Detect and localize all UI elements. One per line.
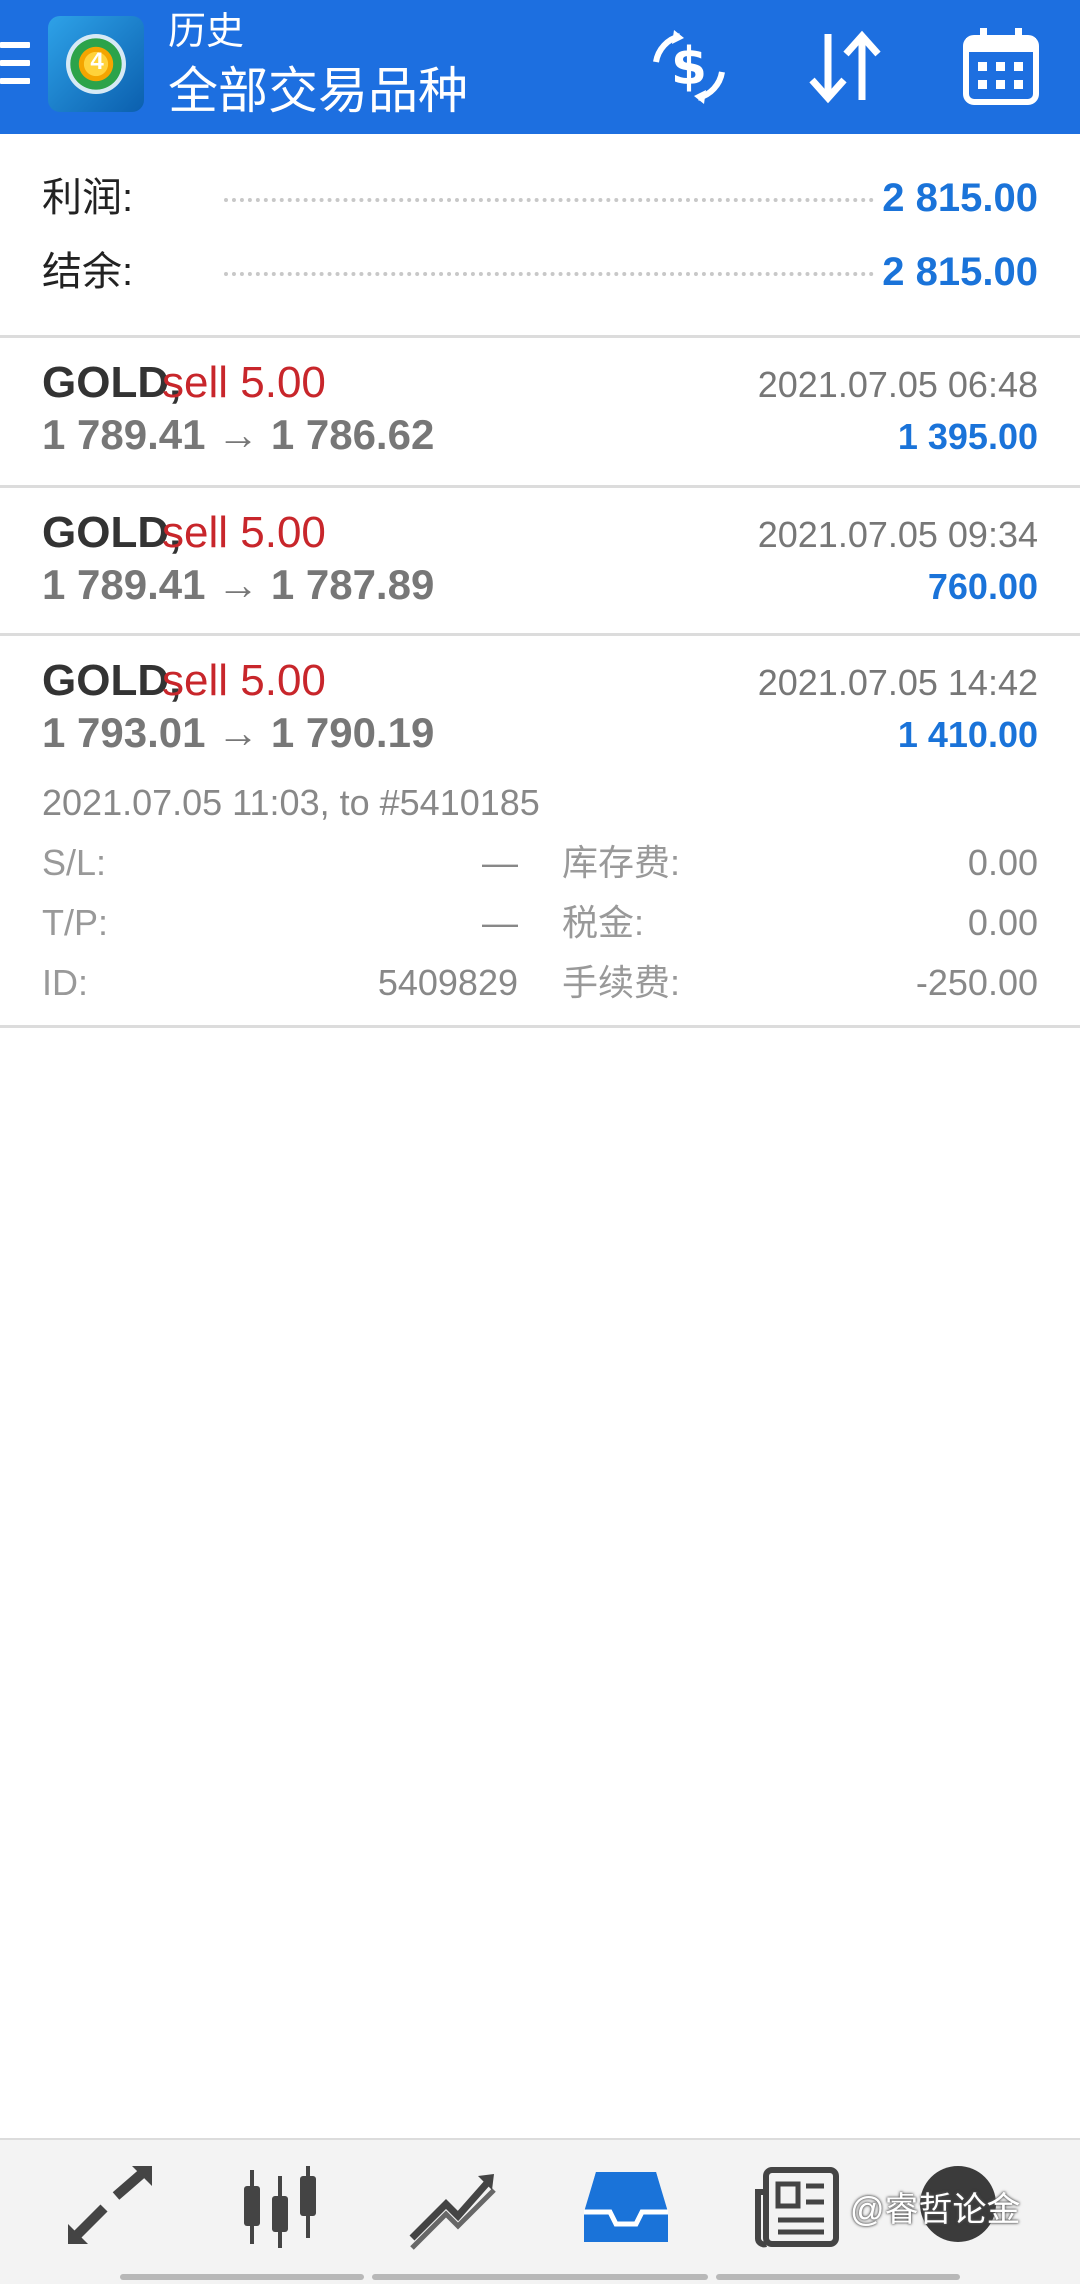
- deal-prices: 1 789.41 → 1 786.62: [42, 411, 435, 458]
- deal-profit: 760.00: [927, 566, 1038, 607]
- id-label: ID:: [42, 962, 89, 1003]
- balance-label: 结余:: [42, 250, 134, 294]
- dotted-leader: [224, 272, 874, 276]
- tp-value: —: [482, 902, 518, 943]
- svg-text:$: $: [671, 37, 707, 97]
- deal-row[interactable]: GOLD, sell 5.00 2021.07.05 09:34 1 789.4…: [0, 490, 1080, 636]
- menu-icon[interactable]: [0, 42, 30, 86]
- deal-time: 2021.07.05 14:42: [757, 662, 1038, 703]
- sl-value: —: [482, 842, 518, 883]
- profit-value: 2 815.00: [882, 176, 1038, 220]
- sl-label: S/L:: [42, 842, 107, 883]
- deal-symbol: GOLD,: [42, 358, 182, 407]
- symbol-filter-title[interactable]: 全部交易品种: [168, 62, 468, 120]
- swap-label: 库存费:: [562, 842, 681, 883]
- deal-side: sell 5.00: [162, 358, 326, 407]
- balance-row: 结余: 2 815.00: [42, 242, 1038, 302]
- app-logo-icon: 4: [48, 16, 144, 112]
- sort-icon[interactable]: [800, 22, 890, 112]
- watermark-text: @睿哲论金: [850, 2191, 1021, 2229]
- calendar-icon[interactable]: [956, 22, 1046, 112]
- deal-row-expanded[interactable]: GOLD, sell 5.00 2021.07.05 14:42 1 793.0…: [0, 638, 1080, 1028]
- deal-profit: 1 410.00: [897, 714, 1038, 755]
- quotes-icon[interactable]: [60, 2162, 160, 2252]
- tax-value: 0.00: [967, 902, 1038, 943]
- balance-value: 2 815.00: [882, 250, 1038, 294]
- currency-exchange-icon[interactable]: $: [644, 22, 734, 112]
- deal-profit: 1 395.00: [897, 416, 1038, 457]
- history-icon[interactable]: [576, 2162, 676, 2252]
- deal-symbol: GOLD,: [42, 656, 182, 705]
- tp-label: T/P:: [42, 902, 109, 943]
- commission-label: 手续费:: [562, 962, 681, 1003]
- deal-row[interactable]: GOLD, sell 5.00 2021.07.05 06:48 1 789.4…: [0, 340, 1080, 488]
- deal-time: 2021.07.05 09:34: [757, 514, 1038, 555]
- commission-value: -250.00: [915, 962, 1038, 1003]
- dotted-leader: [224, 198, 874, 202]
- deal-side: sell 5.00: [162, 656, 326, 705]
- profit-row: 利润: 2 815.00: [42, 168, 1038, 228]
- nav-divider: [120, 2274, 364, 2280]
- page-title: 历史: [168, 11, 245, 53]
- chart-icon[interactable]: [230, 2162, 330, 2252]
- tax-label: 税金:: [562, 902, 645, 943]
- trade-icon[interactable]: [402, 2162, 502, 2252]
- profit-label: 利润:: [42, 176, 134, 220]
- app-header: 4 历史 全部交易品种 $: [0, 0, 1080, 134]
- summary-panel: 利润: 2 815.00 结余: 2 815.00: [0, 134, 1080, 338]
- deal-time: 2021.07.05 06:48: [757, 364, 1038, 405]
- deal-side: sell 5.00: [162, 508, 326, 557]
- deal-prices: 1 789.41 → 1 787.89: [42, 561, 435, 608]
- nav-divider: [716, 2274, 960, 2280]
- bottom-nav: @睿哲论金: [0, 2138, 1080, 2284]
- deal-symbol: GOLD,: [42, 508, 182, 557]
- nav-divider: [372, 2274, 708, 2280]
- swap-value: 0.00: [967, 842, 1038, 883]
- deal-open-info: 2021.07.05 11:03, to #5410185: [42, 782, 540, 823]
- id-value: 5409829: [377, 962, 518, 1003]
- news-icon[interactable]: [750, 2162, 850, 2252]
- deal-prices: 1 793.01 → 1 790.19: [42, 709, 435, 756]
